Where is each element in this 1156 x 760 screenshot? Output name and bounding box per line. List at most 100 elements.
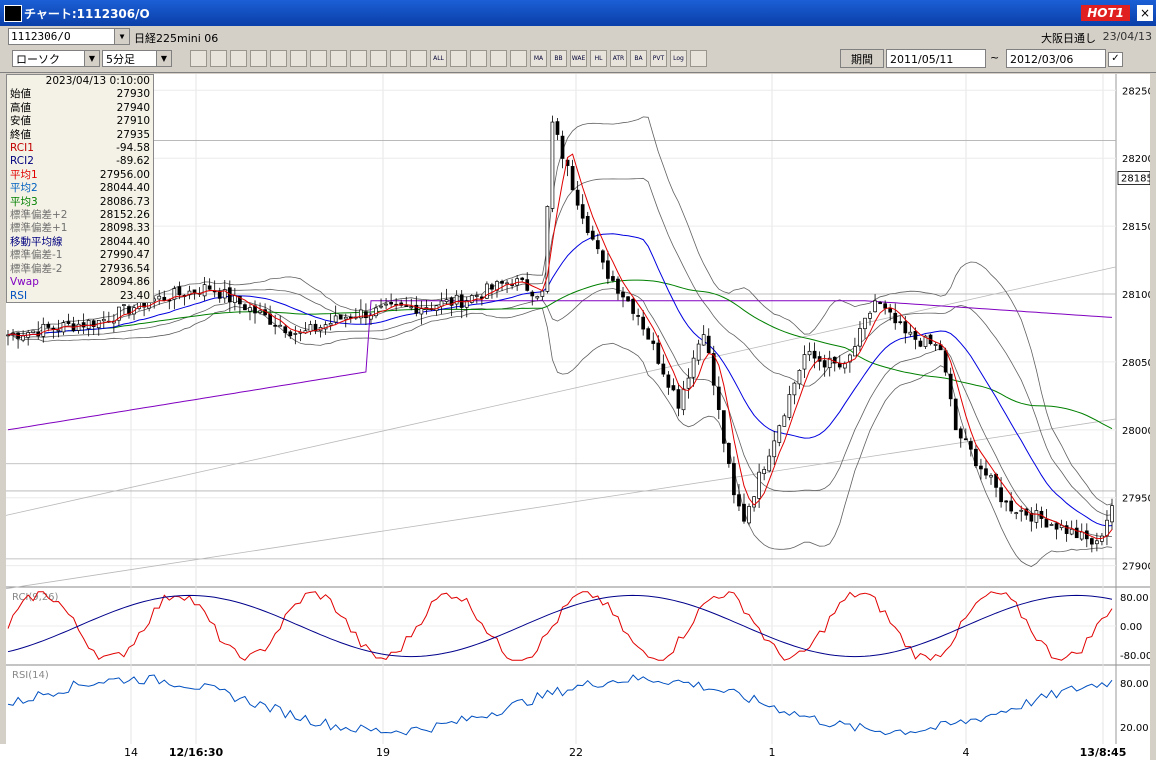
info-value: 28098.33 [99, 222, 150, 235]
pencil-icon[interactable] [330, 50, 347, 67]
candle-body [888, 308, 893, 313]
info-label: 始値 [10, 88, 31, 101]
pvt-icon[interactable]: PVT [650, 50, 667, 67]
bar-icon[interactable] [510, 50, 527, 67]
hl-icon[interactable]: HL [590, 50, 607, 67]
range-tilde: ~ [990, 51, 1000, 64]
candle-body [404, 305, 409, 307]
apply-checkbox[interactable]: ✓ [1108, 52, 1123, 67]
candle-body [1049, 524, 1054, 526]
candle-body [681, 388, 686, 411]
chart-type-select[interactable]: ローソク ▼ [12, 50, 100, 67]
candle-body [1105, 519, 1109, 536]
interval-select[interactable]: 5分足 ▼ [102, 50, 172, 67]
compare2-icon[interactable] [410, 50, 427, 67]
close-button[interactable]: × [1137, 5, 1153, 21]
candle-body [822, 360, 827, 368]
candle-body [525, 279, 530, 291]
bb-icon[interactable]: BB [550, 50, 567, 67]
interval-value: 5分足 [106, 53, 135, 66]
hot1-badge[interactable]: HOT1 [1081, 5, 1130, 21]
zoom-out-icon[interactable] [250, 50, 267, 67]
chevron-down-icon[interactable]: ▼ [114, 29, 129, 44]
download-icon[interactable] [230, 50, 247, 67]
candle-body [232, 295, 237, 303]
candle-body [46, 323, 51, 328]
date-to-field[interactable]: 2012/03/06 [1006, 49, 1106, 68]
settings-icon[interactable] [450, 50, 467, 67]
candle-body [616, 278, 620, 294]
ba-icon[interactable]: BA [630, 50, 647, 67]
candle-body [606, 260, 610, 279]
info-value: 28152.26 [99, 209, 150, 222]
rsi-tick-label: 20.00 [1120, 723, 1149, 734]
tools-icon[interactable] [470, 50, 487, 67]
app-chart-icon [4, 5, 22, 22]
candle-body [903, 321, 908, 334]
candle-body [641, 316, 646, 330]
candle-body [101, 318, 106, 322]
price-chart[interactable]: 28250 28200 28150 28100 28050 28000 27950 27900… [5, 74, 1154, 744]
info-value: 28044.40 [99, 182, 150, 195]
candle-body [157, 295, 162, 300]
candle-body [908, 331, 913, 335]
info-label: 標準偏差-1 [10, 249, 63, 262]
candle-body [686, 377, 691, 389]
candle-body [792, 382, 797, 396]
all-icon[interactable]: ALL [430, 50, 447, 67]
candle-body [81, 322, 86, 328]
candle-body [762, 469, 767, 474]
wae-icon[interactable]: WAE [570, 50, 587, 67]
ma2-line [7, 233, 1113, 527]
candle-body [585, 215, 590, 233]
chevron-down-icon[interactable]: ▼ [84, 51, 99, 66]
candle-body [243, 304, 247, 311]
color-icon[interactable] [490, 50, 507, 67]
candle-body [273, 324, 278, 327]
rci-tick-label: -80.00 [1120, 651, 1150, 662]
candle-body [56, 329, 61, 332]
undo-icon[interactable] [370, 50, 387, 67]
log-icon[interactable]: Log [670, 50, 687, 67]
period-button[interactable]: 期間 [840, 49, 884, 68]
info-value: 27940 [116, 101, 150, 114]
info-value: 28094.86 [99, 276, 150, 289]
symbol-input[interactable]: 1112306/O ▼ [8, 28, 130, 45]
ma-icon[interactable]: MA [530, 50, 547, 67]
time-axis-label: 22 [569, 746, 583, 759]
info-label: 標準偏差-2 [10, 262, 63, 275]
cursor-icon[interactable] [350, 50, 367, 67]
compare-icon[interactable] [390, 50, 407, 67]
price-tick-label: 27950 [1122, 494, 1150, 505]
price-tick-label: 28050 [1122, 358, 1150, 369]
time-axis-label: 1 [768, 746, 776, 759]
info-label: 平均3 [10, 195, 38, 208]
candle-body [772, 440, 777, 458]
grid-icon[interactable] [210, 50, 227, 67]
toolbar: ローソク ▼ 5分足 ▼ ALL MA BB WAE HL ATR BA PVT Log 期間 … [0, 46, 1156, 73]
export-icon[interactable] [690, 50, 707, 67]
candle-body [953, 398, 958, 431]
zoom-icon[interactable] [190, 50, 207, 67]
candle-body [671, 385, 676, 391]
date-from-field[interactable]: 2011/05/11 [886, 49, 986, 68]
candle-body [621, 291, 625, 298]
chevron-down-icon[interactable]: ▼ [156, 51, 171, 66]
candle-body [283, 326, 288, 334]
info-label: 標準偏差+1 [10, 222, 68, 235]
candle-body [721, 410, 726, 444]
candle-body [742, 503, 746, 522]
chart-icon[interactable] [270, 50, 287, 67]
atr-icon[interactable]: ATR [610, 50, 627, 67]
chart-area[interactable]: 2023/04/13 0:10:00 始値 27930 高値 27940 安値 27910… [5, 74, 1154, 744]
candle-body [737, 494, 741, 507]
candle-body [500, 281, 504, 284]
info-label: 安値 [10, 115, 31, 128]
candle-body [1034, 510, 1039, 523]
candle-body [812, 350, 817, 359]
arrows-icon[interactable] [290, 50, 307, 67]
info-value: 27910 [116, 115, 150, 128]
warn-icon[interactable] [310, 50, 327, 67]
info-value: 23.40 [119, 289, 150, 302]
candle-body [1069, 528, 1074, 535]
